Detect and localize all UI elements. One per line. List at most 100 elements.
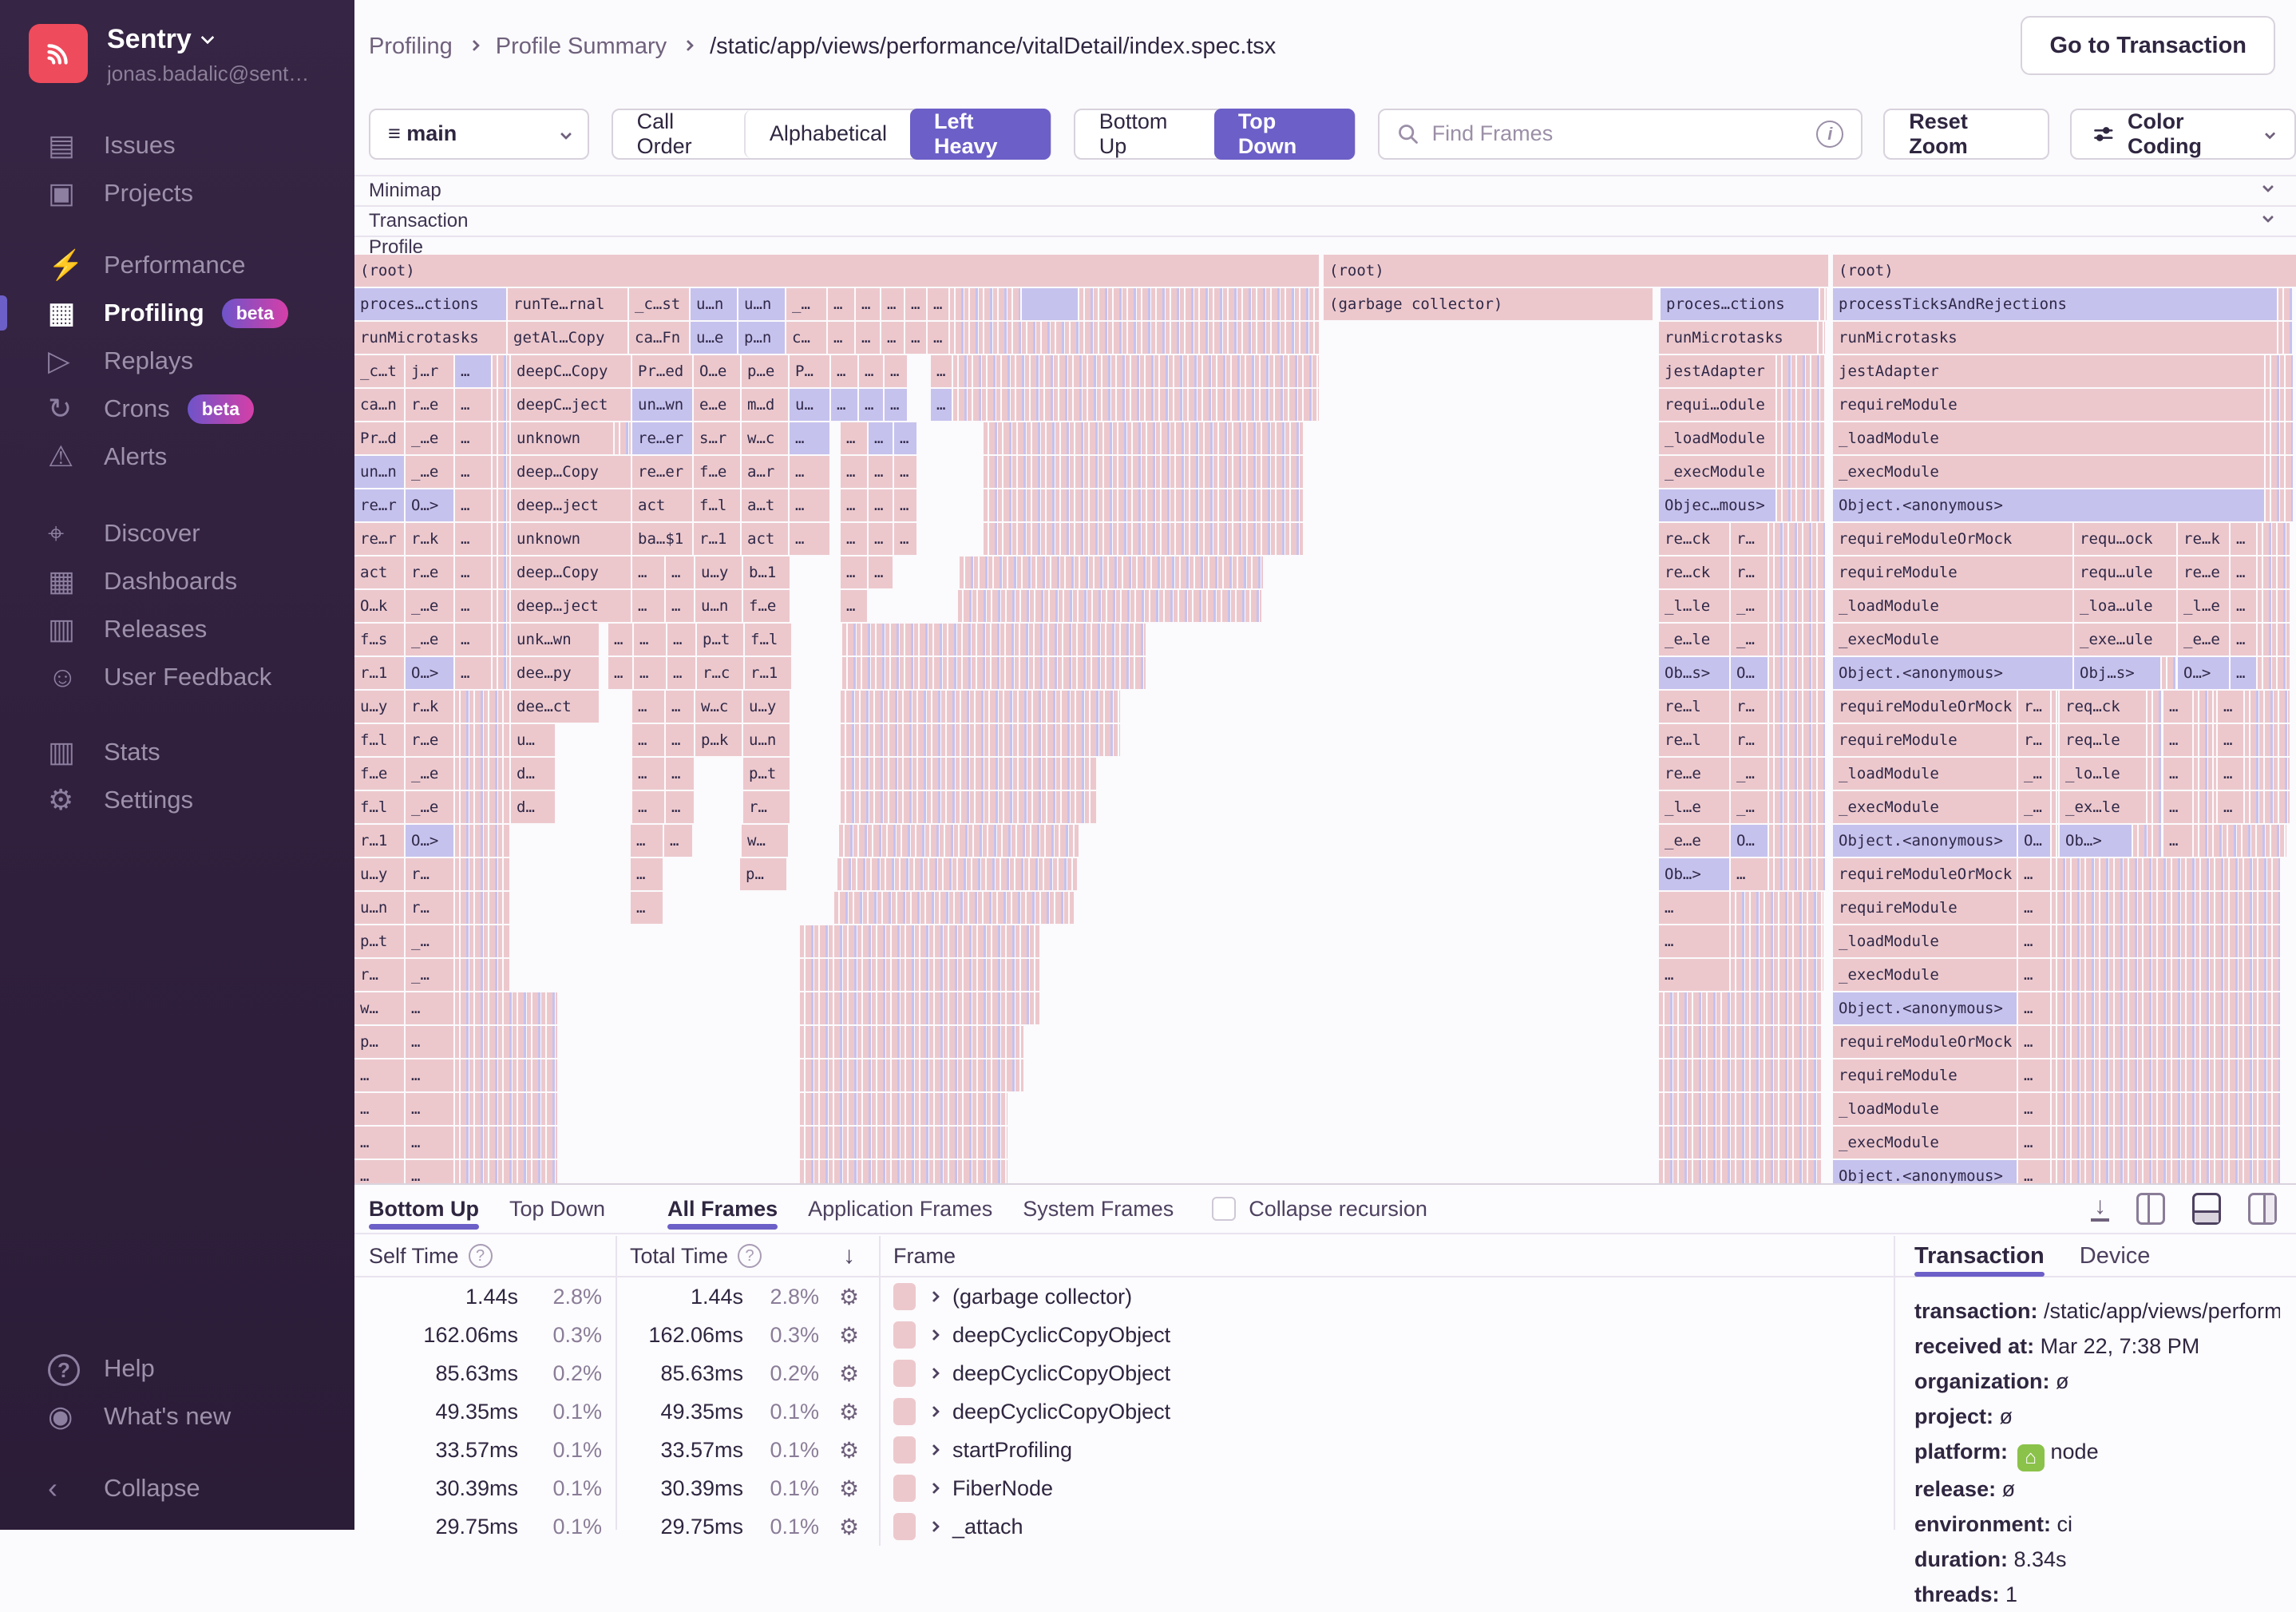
flame-frame[interactable]: …	[2163, 758, 2192, 790]
flame-frame[interactable]: …	[928, 322, 948, 354]
flame-frame[interactable]: _loadModule	[1833, 590, 2072, 622]
flame-frame[interactable]: …	[2163, 691, 2192, 723]
flame-frame[interactable]: re…e	[1659, 758, 1729, 790]
flame-frame[interactable]: unknown	[511, 422, 613, 454]
chevron-right-icon[interactable]	[928, 1405, 940, 1418]
flame-frame[interactable]: …	[632, 590, 664, 622]
flame-frame[interactable]: …	[2163, 791, 2192, 823]
flame-frame[interactable]: _exe…ule	[2074, 624, 2176, 655]
flame-frame[interactable]: …	[634, 657, 666, 689]
breadcrumb-item[interactable]: Profile Summary	[496, 34, 667, 60]
flame-frame[interactable]: …	[354, 1059, 404, 1091]
flame-frame[interactable]: proces…ctions	[1661, 288, 1819, 320]
flame-frame[interactable]: Pr…d	[354, 422, 404, 454]
sidebar-item-settings[interactable]: ⚙ Settings	[0, 776, 354, 824]
flame-frame[interactable]: act	[354, 556, 404, 588]
collapse-recursion-checkbox[interactable]: Collapse recursion	[1212, 1184, 1427, 1234]
reset-zoom-button[interactable]: Reset Zoom	[1883, 108, 2050, 160]
flame-frame[interactable]: p…	[740, 858, 786, 890]
flame-frame[interactable]: deep…Copy	[511, 556, 631, 588]
flame-frame[interactable]: …	[790, 523, 829, 555]
flame-frame[interactable]: _loadModule	[1659, 422, 1775, 454]
flame-frame[interactable]: _e…le	[1659, 624, 1729, 655]
flame-frame[interactable]: runMicrotasks	[354, 322, 506, 354]
flame-frame[interactable]: O…>	[406, 489, 453, 521]
flame-frame[interactable]: _…	[2018, 758, 2050, 790]
flame-frame[interactable]: …	[667, 624, 695, 655]
flame-frame[interactable]: re…ck	[1659, 556, 1729, 588]
flame-frame[interactable]: requ…ule	[2074, 556, 2176, 588]
flame-frame[interactable]: deepC…ject	[511, 389, 631, 421]
flame-frame[interactable]: _…	[406, 925, 453, 957]
flame-frame[interactable]: …	[1659, 959, 1729, 991]
flame-frame[interactable]: r…	[406, 892, 453, 924]
flame-frame[interactable]: …	[632, 791, 664, 823]
flame-frame[interactable]: _…	[1731, 758, 1768, 790]
frame-name-cell[interactable]: deepCyclicCopyObject	[879, 1316, 1894, 1354]
flame-frame[interactable]: …	[455, 456, 491, 488]
flame-frame[interactable]: …	[631, 858, 663, 890]
flame-frame[interactable]: Pr…ed	[632, 355, 692, 387]
flame-frame[interactable]: …	[455, 624, 491, 655]
flame-frame[interactable]: deepC…Copy	[511, 355, 631, 387]
flame-frame[interactable]: …	[841, 489, 867, 521]
flame-frame[interactable]: f…e	[354, 758, 404, 790]
flame-frame[interactable]: O…>	[2178, 657, 2229, 689]
flame-frame[interactable]: …	[666, 691, 694, 723]
breadcrumb-item[interactable]: Profiling	[369, 34, 453, 60]
flame-frame[interactable]: requireModuleOrMock	[1833, 858, 2017, 890]
gear-icon[interactable]: ⚙	[819, 1437, 879, 1463]
table-row[interactable]: 30.39ms 0.1% 30.39ms 0.1% ⚙ FiberNode	[354, 1469, 1894, 1507]
sidebar-item-issues[interactable]: ▤ Issues	[0, 121, 354, 169]
flame-frame[interactable]: r…k	[406, 523, 453, 555]
flame-frame[interactable]: requi…odule	[1659, 389, 1775, 421]
flame-frame[interactable]: re…r	[354, 489, 404, 521]
flame-frame[interactable]: r…	[2018, 691, 2050, 723]
find-frames-search[interactable]: i	[1377, 108, 1863, 160]
flame-frame[interactable]: requireModuleOrMock	[1833, 1026, 2017, 1058]
flame-frame[interactable]: …	[632, 691, 664, 723]
flame-frame[interactable]: r…	[1731, 724, 1768, 756]
flame-frame[interactable]: …	[2231, 556, 2256, 588]
frame-name-cell[interactable]: deepCyclicCopyObject	[879, 1354, 1894, 1392]
details-tab-device[interactable]: Device	[2080, 1235, 2151, 1277]
gear-icon[interactable]: ⚙	[819, 1475, 879, 1502]
flame-frame[interactable]: r…1	[354, 657, 404, 689]
layout-left-icon[interactable]	[2136, 1193, 2165, 1225]
flame-frame[interactable]: …	[885, 355, 907, 387]
frame-name-cell[interactable]: _attach	[879, 1507, 1894, 1546]
flame-frame[interactable]: re…er	[632, 456, 692, 488]
flame-frame[interactable]: requireModule	[1833, 556, 2072, 588]
flame-frame[interactable]: f…l	[694, 489, 740, 521]
flame-frame[interactable]: r…e	[406, 389, 453, 421]
flame-frame[interactable]: _…	[1731, 590, 1768, 622]
flame-frame[interactable]: Object.<anonymous>	[1833, 825, 2017, 857]
table-row[interactable]: 1.44s 2.8% 1.44s 2.8% ⚙ (garbage collector)	[354, 1277, 1894, 1316]
flame-frame[interactable]: …	[666, 556, 694, 588]
chevron-right-icon[interactable]	[928, 1329, 940, 1341]
flame-frame[interactable]: …	[632, 758, 664, 790]
flame-frame[interactable]: e…e	[694, 389, 740, 421]
flame-frame[interactable]: runMicrotasks	[1833, 322, 2277, 354]
flame-frame[interactable]: _…	[1731, 624, 1768, 655]
flame-frame[interactable]: …	[631, 892, 663, 924]
flame-frame[interactable]: req…ck	[2060, 691, 2146, 723]
flame-frame[interactable]: ca…Fn	[629, 322, 689, 354]
flame-frame[interactable]: f…l	[354, 724, 404, 756]
total-time-header[interactable]: Total Time?	[616, 1244, 819, 1269]
flame-frame[interactable]: _ex…le	[2060, 791, 2146, 823]
flame-frame[interactable]: …	[2018, 1093, 2050, 1125]
flame-frame[interactable]: unk…wn	[511, 624, 599, 655]
frame-name-cell[interactable]: deepCyclicCopyObject	[879, 1392, 1894, 1431]
flame-frame[interactable]: …	[634, 624, 666, 655]
flame-frame[interactable]: r…	[1731, 691, 1768, 723]
gear-icon[interactable]: ⚙	[819, 1514, 879, 1540]
flame-frame[interactable]: …	[881, 288, 904, 320]
flamegraph[interactable]: (root) proces…ctions runTe…rnal _c…st u…n u…n…	[354, 255, 2296, 1183]
flame-frame[interactable]: requireModuleOrMock	[1833, 523, 2072, 555]
flame-frame[interactable]: u…y	[354, 691, 404, 723]
flame-frame[interactable]: p…t	[743, 758, 790, 790]
flame-frame[interactable]: …	[828, 322, 854, 354]
flame-frame[interactable]: _execModule	[1659, 456, 1775, 488]
sidebar-item-help[interactable]: ? Help	[0, 1345, 354, 1392]
